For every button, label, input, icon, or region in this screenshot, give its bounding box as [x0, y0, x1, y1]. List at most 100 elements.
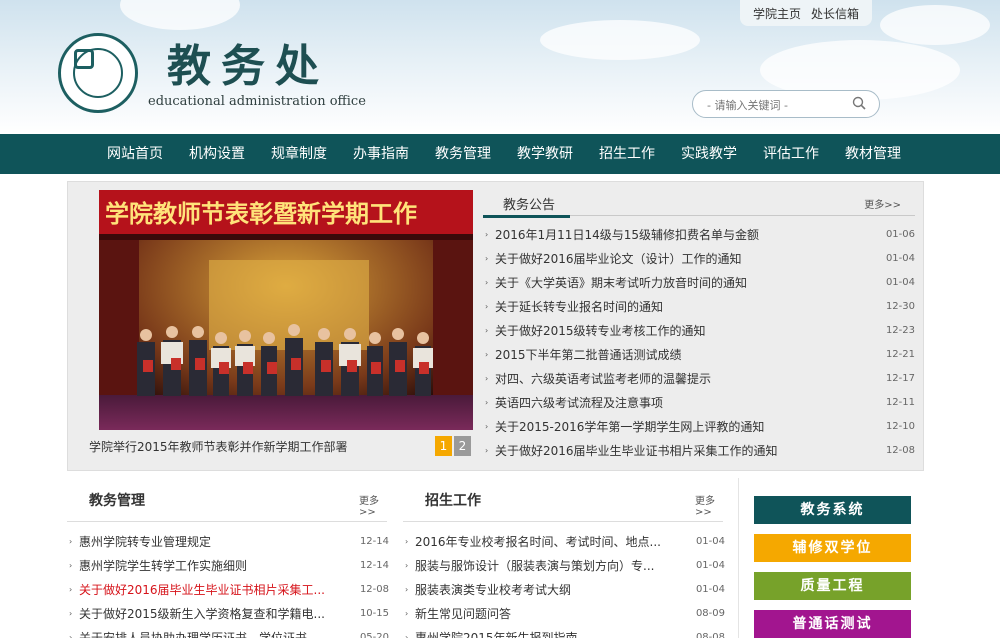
list-item-title[interactable]: 新生常见问题问答 [415, 602, 511, 626]
list-item-date: 12-17 [885, 373, 915, 384]
admission-header: 招生工作 更多>> [403, 478, 723, 522]
quick-link-button[interactable]: 辅修双学位 [754, 534, 911, 562]
list-item[interactable]: › 2015下半年第二批普通话测试成绩 12-21 [483, 343, 915, 367]
quick-link-button[interactable]: 教务系统 [754, 496, 911, 524]
link-college-home[interactable]: 学院主页 [753, 5, 801, 22]
list-item[interactable]: › 关于做好2016届毕业生毕业证书相片采集工作的通知 12-08 [483, 439, 915, 463]
list-item-date: 08-09 [695, 608, 725, 619]
list-item-title[interactable]: 关于安排人员协助办理学历证书、学位证书... [79, 626, 318, 638]
nav-item-teaching-research[interactable]: 教学教研 [504, 134, 586, 174]
list-item-date: 12-14 [359, 560, 389, 571]
featured-panel: 学院教师节表彰暨新学期工作 学院举行2015年教师节表彰并作新学期工作部署 1 … [67, 181, 924, 471]
list-item-title[interactable]: 关于做好2015级转专业考核工作的通知 [495, 319, 706, 343]
nav-item-guide[interactable]: 办事指南 [340, 134, 422, 174]
list-item[interactable]: › 惠州学院2015年新生报到指南 08-08 [403, 626, 725, 638]
list-item[interactable]: › 惠州学院转专业管理规定 12-14 [67, 530, 389, 554]
list-item[interactable]: › 新生常见问题问答 08-09 [403, 602, 725, 626]
affairs-list: › 惠州学院转专业管理规定 12-14 › 惠州学院学生转学工作实施细则 12-14 › 关于… [67, 530, 389, 638]
notice-title: 教务公告 [503, 198, 556, 213]
list-item-title[interactable]: 关于做好2016届毕业论文（设计）工作的通知 [495, 247, 742, 271]
list-item[interactable]: › 服装与服饰设计（服装表演与策划方向）专... 01-04 [403, 554, 725, 578]
nav-item-regulations[interactable]: 规章制度 [258, 134, 340, 174]
nav-item-organization[interactable]: 机构设置 [176, 134, 258, 174]
list-item-title[interactable]: 关于《大学英语》期末考试听力放音时间的通知 [495, 271, 747, 295]
list-item-date: 12-10 [885, 421, 915, 432]
chevron-right-icon: › [485, 446, 489, 455]
list-item[interactable]: › 关于2015-2016学年第一学期学生网上评教的通知 12-10 [483, 415, 915, 439]
cloud-decoration [540, 20, 700, 60]
list-item[interactable]: › 关于做好2016届毕业生毕业证书相片采集工... 12-08 [67, 578, 389, 602]
list-item[interactable]: › 关于《大学英语》期末考试听力放音时间的通知 01-04 [483, 271, 915, 295]
list-item-title[interactable]: 惠州学院2015年新生报到指南 [415, 626, 578, 638]
site-title: 教务处 [167, 41, 329, 92]
list-item-title[interactable]: 惠州学院学生转学工作实施细则 [79, 554, 247, 578]
nav-item-affairs[interactable]: 教务管理 [422, 134, 504, 174]
pager-page-1[interactable]: 1 [435, 436, 452, 456]
list-item[interactable]: › 惠州学院学生转学工作实施细则 12-14 [67, 554, 389, 578]
search-input[interactable] [707, 96, 847, 114]
list-item[interactable]: › 2016年专业校考报名时间、考试时间、地点... 01-04 [403, 530, 725, 554]
quick-link-button[interactable]: 质量工程 [754, 572, 911, 600]
link-director-mailbox[interactable]: 处长信箱 [811, 5, 859, 22]
top-links: 学院主页 处长信箱 [740, 0, 872, 26]
affairs-column: 教务管理 更多>> › 惠州学院转专业管理规定 12-14 › 惠州学院学生转学工作实施… [67, 478, 389, 638]
list-item-title[interactable]: 关于延长转专业报名时间的通知 [495, 295, 663, 319]
list-item-title[interactable]: 2016年专业校考报名时间、考试时间、地点... [415, 530, 661, 554]
admission-list: › 2016年专业校考报名时间、考试时间、地点... 01-04 › 服装与服饰设计（服… [403, 530, 725, 638]
chevron-right-icon: › [69, 633, 73, 638]
slideshow-pager: 1 2 [435, 436, 471, 456]
chevron-right-icon: › [485, 374, 489, 383]
quick-link-button[interactable]: 普通话测试 [754, 610, 911, 638]
pager-page-2[interactable]: 2 [454, 436, 471, 456]
nav-item-evaluation[interactable]: 评估工作 [750, 134, 832, 174]
list-item-title[interactable]: 服装与服饰设计（服装表演与策划方向）专... [415, 554, 654, 578]
list-item[interactable]: › 关于做好2015级新生入学资格复查和学籍电... 10-15 [67, 602, 389, 626]
list-item-date: 08-08 [695, 632, 725, 638]
notice-more-link[interactable]: 更多>> [864, 196, 901, 211]
list-item-title[interactable]: 对四、六级英语考试监考老师的温馨提示 [495, 367, 711, 391]
list-item-title[interactable]: 服装表演类专业校考考试大纲 [415, 578, 571, 602]
slideshow-caption[interactable]: 学院举行2015年教师节表彰并作新学期工作部署 [89, 438, 348, 455]
admission-title: 招生工作 [425, 493, 481, 509]
list-item-date: 12-23 [885, 325, 915, 336]
search-icon[interactable] [852, 96, 866, 110]
chevron-right-icon: › [405, 585, 409, 594]
list-item[interactable]: › 2016年1月11日14级与15级辅修扣费名单与金额 01-06 [483, 223, 915, 247]
list-item-title[interactable]: 关于做好2016届毕业生毕业证书相片采集工... [79, 578, 325, 602]
list-item[interactable]: › 英语四六级考试流程及注意事项 12-11 [483, 391, 915, 415]
main-nav: 网站首页 机构设置 规章制度 办事指南 教务管理 教学教研 招生工作 实践教学 … [0, 134, 1000, 174]
nav-item-practice[interactable]: 实践教学 [668, 134, 750, 174]
chevron-right-icon: › [405, 561, 409, 570]
list-item[interactable]: › 关于做好2016届毕业论文（设计）工作的通知 01-04 [483, 247, 915, 271]
list-item-title[interactable]: 关于做好2015级新生入学资格复查和学籍电... [79, 602, 325, 626]
list-item-title[interactable]: 关于2015-2016学年第一学期学生网上评教的通知 [495, 415, 764, 439]
chevron-right-icon: › [69, 537, 73, 546]
list-item-date: 12-14 [359, 536, 389, 547]
search-box [692, 90, 880, 118]
list-item[interactable]: › 关于延长转专业报名时间的通知 12-30 [483, 295, 915, 319]
slideshow-banner-text: 学院教师节表彰暨新学期工作 [105, 200, 417, 228]
nav-item-textbooks[interactable]: 教材管理 [832, 134, 914, 174]
list-item-title[interactable]: 关于做好2016届毕业生毕业证书相片采集工作的通知 [495, 439, 778, 463]
list-item-title[interactable]: 惠州学院转专业管理规定 [79, 530, 211, 554]
list-item[interactable]: › 对四、六级英语考试监考老师的温馨提示 12-17 [483, 367, 915, 391]
list-item-title[interactable]: 英语四六级考试流程及注意事项 [495, 391, 663, 415]
list-item[interactable]: › 关于安排人员协助办理学历证书、学位证书... 05-20 [67, 626, 389, 638]
chevron-right-icon: › [485, 326, 489, 335]
site-header: 教务处 educational administration office 学院… [0, 0, 1000, 134]
list-item-title[interactable]: 2015下半年第二批普通话测试成绩 [495, 343, 682, 367]
cloud-decoration [880, 5, 990, 45]
notice-title-underline [483, 215, 570, 218]
chevron-right-icon: › [405, 537, 409, 546]
slideshow-photo[interactable]: 学院教师节表彰暨新学期工作 [99, 190, 473, 430]
admission-more-link[interactable]: 更多>> [695, 492, 723, 518]
list-item-date: 01-04 [885, 253, 915, 264]
affairs-more-link[interactable]: 更多>> [359, 492, 387, 518]
nav-item-home[interactable]: 网站首页 [94, 134, 176, 174]
list-item[interactable]: › 服装表演类专业校考考试大纲 01-04 [403, 578, 725, 602]
university-logo[interactable] [58, 33, 138, 113]
list-item-title[interactable]: 2016年1月11日14级与15级辅修扣费名单与金额 [495, 223, 759, 247]
list-item[interactable]: › 关于做好2015级转专业考核工作的通知 12-23 [483, 319, 915, 343]
nav-item-admission[interactable]: 招生工作 [586, 134, 668, 174]
list-item-date: 10-15 [359, 608, 389, 619]
